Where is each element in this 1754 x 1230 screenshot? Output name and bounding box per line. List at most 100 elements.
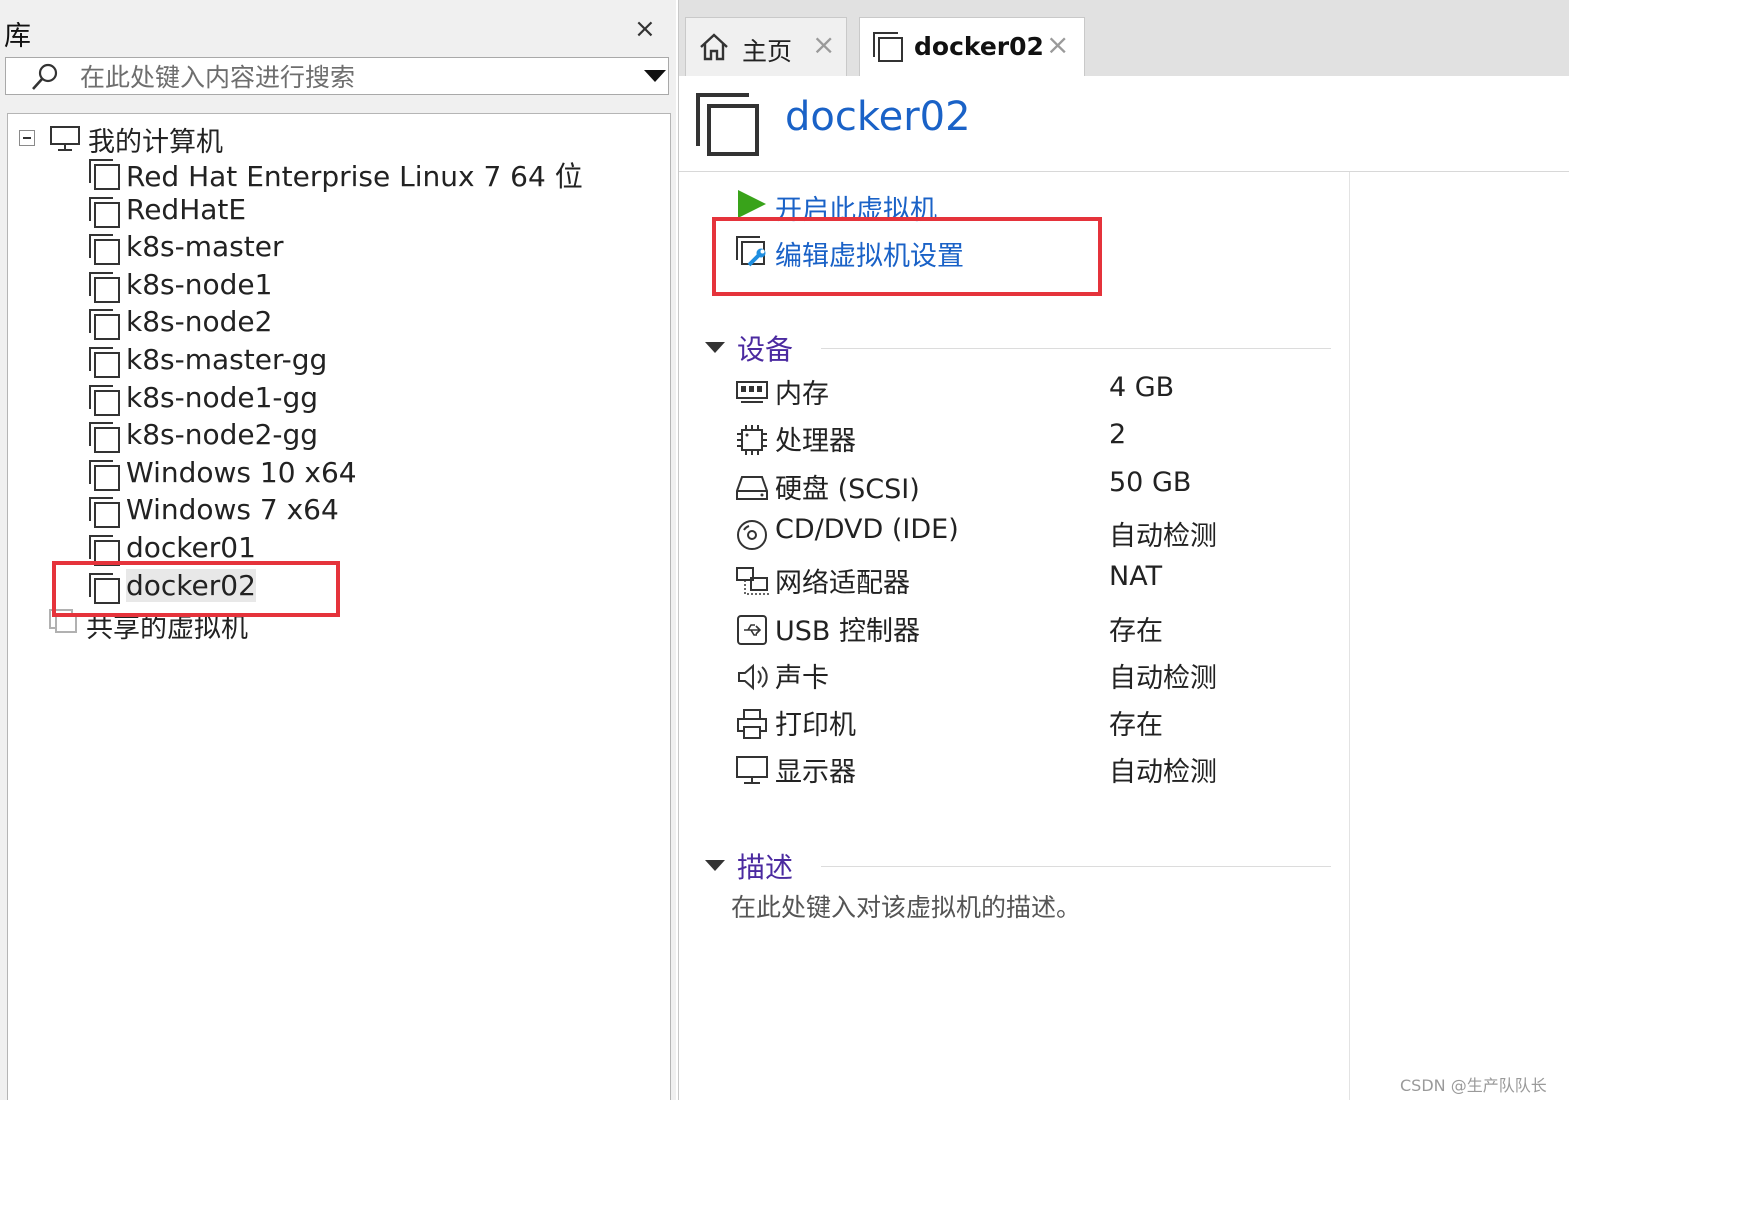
vm-name-label: k8s-node2 <box>126 305 273 339</box>
device-name: 显示器 <box>775 757 856 789</box>
vm-name-label: Windows 10 x64 <box>126 455 357 489</box>
library-close-button[interactable]: × <box>634 14 656 44</box>
device-name: 声卡 <box>775 662 829 694</box>
vm-name-label: Windows 7 x64 <box>126 493 339 527</box>
device-row[interactable]: USB 控制器 存在 <box>735 609 1335 653</box>
device-value: 自动检测 <box>1109 520 1217 552</box>
tab-docker02-label: docker02 <box>914 32 1044 61</box>
vm-icon <box>88 420 122 458</box>
device-name: 内存 <box>775 379 829 410</box>
device-name: USB 控制器 <box>775 615 921 647</box>
tree-item-vm[interactable]: Windows 10 x64 <box>88 456 648 492</box>
device-name: 处理器 <box>775 426 856 458</box>
collapse-toggle-icon[interactable] <box>19 130 35 146</box>
device-value: 存在 <box>1109 710 1163 742</box>
cpu-icon <box>735 423 769 461</box>
tree-item-vm[interactable]: RedHatE <box>88 193 648 229</box>
vm-icon <box>88 458 122 496</box>
vm-icon <box>88 383 122 421</box>
annotation-highlight-box <box>712 217 1102 296</box>
vm-name-label: Red Hat Enterprise Linux 7 64 位 <box>126 160 583 193</box>
vm-icon <box>88 495 122 533</box>
tree-item-vm[interactable]: k8s-node1 <box>88 268 648 304</box>
tree-item-vm[interactable]: k8s-node2-gg <box>88 418 648 454</box>
vm-icon <box>88 345 122 383</box>
device-row[interactable]: 网络适配器 NAT <box>735 561 1335 605</box>
vm-detail-pane: 主页 × docker02 × docker02 开启此虚拟机 编辑虚拟机设置 … <box>678 0 1569 1100</box>
tab-home-close-icon[interactable]: × <box>812 28 835 61</box>
device-value: 存在 <box>1109 615 1163 647</box>
device-name: 网络适配器 <box>775 568 910 600</box>
device-value: 自动检测 <box>1109 662 1217 694</box>
watermark: CSDN @生产队队长 <box>1400 1076 1547 1095</box>
vm-icon <box>88 307 122 345</box>
devices-heading: 设备 <box>737 333 794 366</box>
vm-header: docker02 <box>679 76 1569 172</box>
harddisk-icon <box>735 471 769 509</box>
device-row[interactable]: 处理器 2 <box>735 419 1335 463</box>
display-icon <box>735 754 769 792</box>
device-row[interactable]: 声卡 自动检测 <box>735 656 1335 700</box>
search-input[interactable] <box>78 60 622 94</box>
printer-icon <box>735 707 769 745</box>
tab-docker02[interactable]: docker02 × <box>859 17 1085 76</box>
memory-icon <box>735 376 769 414</box>
devices-section-header[interactable]: 设备 <box>703 328 1333 368</box>
tree-item-vm[interactable]: Red Hat Enterprise Linux 7 64 位 <box>88 155 648 193</box>
tab-docker02-close-icon[interactable]: × <box>1046 28 1069 61</box>
description-field[interactable]: 在此处键入对该虚拟机的描述。 <box>731 888 1081 924</box>
device-row[interactable]: 显示器 自动检测 <box>735 750 1335 794</box>
vm-icon <box>873 32 903 62</box>
vm-name-label: RedHatE <box>126 192 247 226</box>
description-heading: 描述 <box>737 851 794 884</box>
column-divider <box>1349 172 1350 1100</box>
home-icon <box>700 33 728 61</box>
vm-icon <box>88 195 122 233</box>
device-value: 50 GB <box>1109 466 1192 498</box>
network-icon <box>735 565 769 603</box>
cdrom-icon <box>735 518 769 556</box>
tab-home-label: 主页 <box>742 37 793 66</box>
device-name: 打印机 <box>775 710 856 742</box>
device-value: 2 <box>1109 419 1127 451</box>
vm-title: docker02 <box>785 94 971 140</box>
tree-item-vm[interactable]: k8s-node2 <box>88 305 648 341</box>
description-section-header[interactable]: 描述 <box>703 846 1333 886</box>
collapse-triangle-icon[interactable] <box>705 860 725 871</box>
tree-item-vm[interactable]: k8s-master <box>88 230 648 266</box>
vm-icon <box>88 232 122 270</box>
monitor-icon <box>50 126 80 151</box>
device-row[interactable]: 内存 4 GB <box>735 372 1335 416</box>
tree-item-vm[interactable]: Windows 7 x64 <box>88 493 648 529</box>
vm-icon <box>88 270 122 308</box>
device-row[interactable]: 打印机 存在 <box>735 703 1335 747</box>
search-icon <box>32 63 58 90</box>
section-divider <box>821 348 1331 349</box>
library-pane: 库 × 我的计算机 Red Hat Enterprise Linux 7 64 … <box>0 0 676 1100</box>
device-row[interactable]: CD/DVD (IDE) 自动检测 <box>735 514 1335 558</box>
tree-root-label: 我的计算机 <box>88 127 223 158</box>
tree-item-vm[interactable]: k8s-node1-gg <box>88 381 648 417</box>
annotation-highlight-box <box>52 561 340 617</box>
header-divider <box>679 171 1569 172</box>
library-title: 库 <box>4 21 31 52</box>
device-value: 4 GB <box>1109 372 1175 403</box>
vm-name-label: k8s-master <box>126 230 284 264</box>
device-row[interactable]: 硬盘 (SCSI) 50 GB <box>735 467 1335 511</box>
vm-name-label: k8s-node1-gg <box>126 380 319 414</box>
tree-root-my-computer[interactable]: 我的计算机 <box>8 120 608 158</box>
tree-item-vm[interactable]: k8s-master-gg <box>88 343 648 379</box>
search-dropdown-icon[interactable] <box>644 70 666 82</box>
device-name: CD/DVD (IDE) <box>775 513 959 545</box>
tab-home[interactable]: 主页 × <box>685 17 847 76</box>
vm-icon <box>88 157 122 195</box>
device-name: 硬盘 (SCSI) <box>775 473 920 505</box>
vm-name-label: k8s-node2-gg <box>126 418 319 452</box>
vm-name-label: k8s-node1 <box>126 267 273 301</box>
section-divider <box>821 866 1331 867</box>
tab-bar: 主页 × docker02 × <box>679 0 1569 76</box>
speaker-icon <box>735 660 769 698</box>
collapse-triangle-icon[interactable] <box>705 342 725 353</box>
vm-large-icon <box>696 93 759 156</box>
library-search-box[interactable] <box>5 57 669 95</box>
